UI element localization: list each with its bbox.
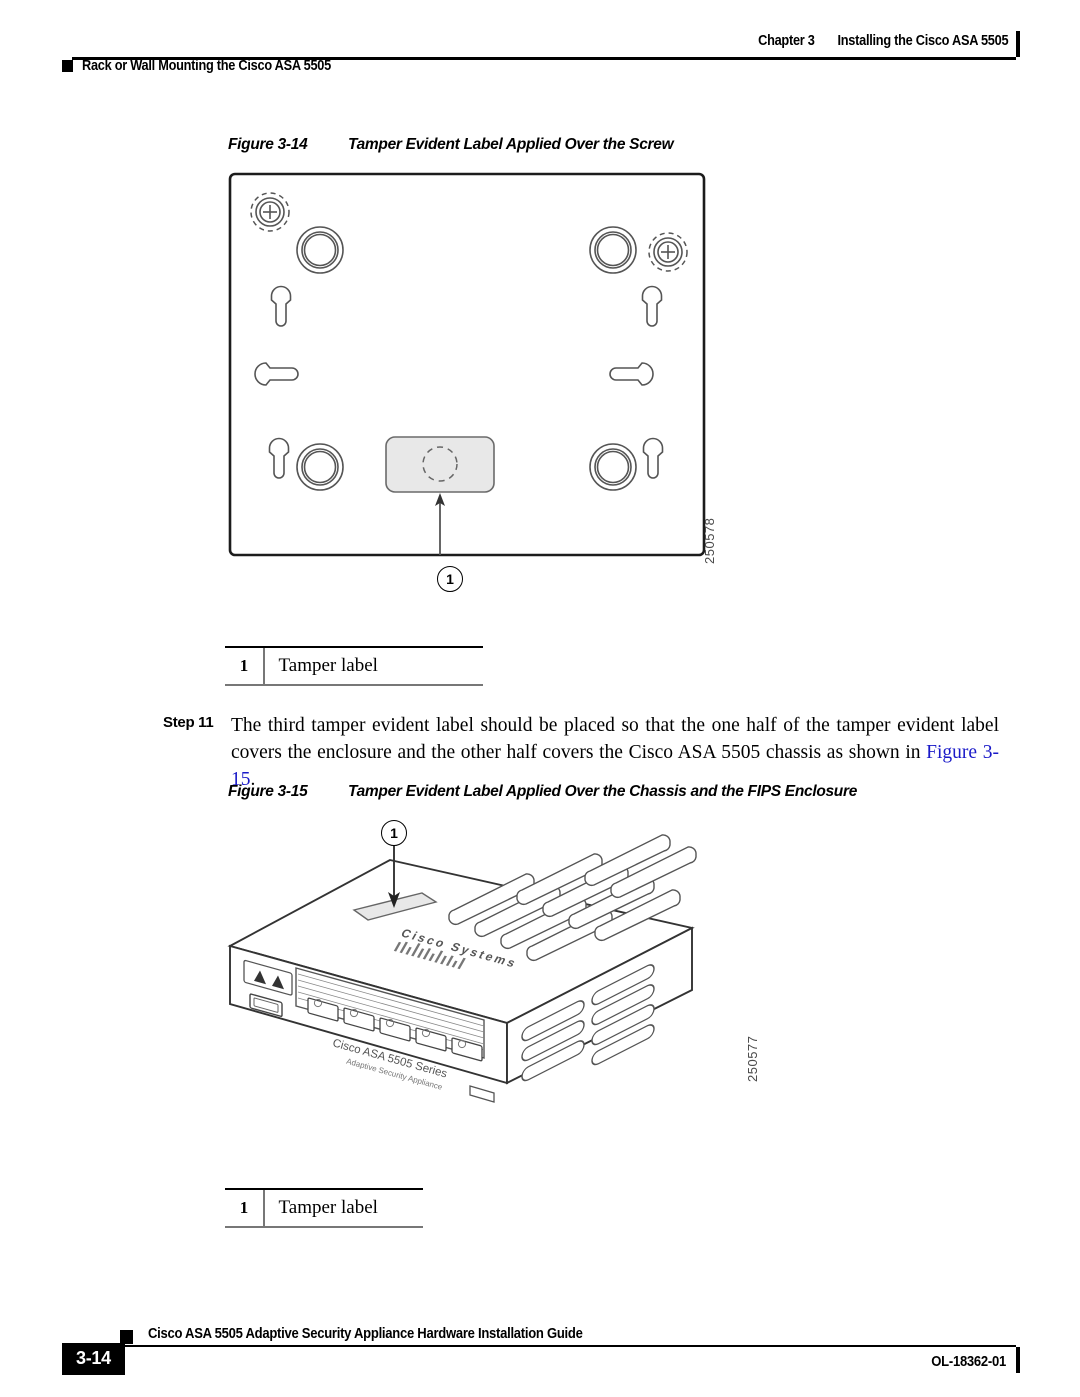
footer-document-number: OL-18362-01 [931, 1354, 1006, 1370]
footer-edge-tick [1016, 1347, 1020, 1373]
page-header: Chapter 3 Installing the Cisco ASA 5505 R… [0, 0, 1080, 85]
header-chapter-number: Chapter 3 [757, 33, 815, 49]
legend-row: 1 Tamper label [225, 1190, 423, 1226]
figure-315-title: Tamper Evident Label Applied Over the Ch… [348, 783, 858, 800]
legend-rule-bottom [225, 684, 483, 686]
legend-item-label: Tamper label [278, 655, 378, 676]
header-section: Rack or Wall Mounting the Cisco ASA 5505 [62, 58, 365, 74]
header-section-title: Rack or Wall Mounting the Cisco ASA 5505 [82, 58, 331, 74]
figure-314-illustration [228, 172, 708, 557]
header-edge-tick [1016, 31, 1020, 57]
legend-item-label: Tamper label [278, 1197, 378, 1218]
step-11: Step 11 The third tamper evident label s… [163, 712, 999, 793]
figure-315-number: Figure 3-15 [228, 783, 308, 800]
step-11-text: The third tamper evident label should be… [231, 712, 999, 793]
footer-page-number: 3-14 [62, 1343, 125, 1375]
legend-rule-bottom [225, 1226, 423, 1228]
figure-315-legend: 1 Tamper label [225, 1188, 423, 1228]
footer-rule [120, 1344, 1016, 1347]
wall-bracket-plate [228, 172, 706, 557]
step-11-text-part1: The third tamper evident label should be… [231, 715, 999, 763]
figure-314-title: Tamper Evident Label Applied Over the Sc… [348, 136, 674, 153]
step-11-label: Step 11 [163, 714, 214, 731]
figure-314-callout-1: 1 [437, 566, 463, 592]
header-chapter-info: Chapter 3 Installing the Cisco ASA 5505 [758, 33, 1008, 49]
legend-item-number: 1 [239, 656, 249, 675]
figure-314-number: Figure 3-14 [228, 136, 308, 153]
legend-item-number: 1 [239, 1198, 249, 1217]
figure-315-callout-1: 1 [381, 820, 407, 846]
figure-314-art-id: 250578 [702, 517, 717, 564]
figure-315-illustration: Cisco Systems Cisco ASA 5505 Series Adap… [222, 818, 767, 1148]
figure-314-legend: 1 Tamper label [225, 646, 483, 686]
figure-314-caption: Figure 3-14 Tamper Evident Label Applied … [228, 136, 674, 154]
footer-guide-title: Cisco ASA 5505 Adaptive Security Applian… [148, 1326, 583, 1342]
legend-row: 1 Tamper label [225, 648, 483, 684]
figure-315-caption: Figure 3-15 Tamper Evident Label Applied … [228, 783, 857, 801]
page-footer: Cisco ASA 5505 Adaptive Security Applian… [0, 1287, 1080, 1397]
footer-bullet-icon [120, 1330, 133, 1344]
tamper-label-sticker [385, 436, 495, 493]
figure-315-art-id: 250577 [745, 1035, 760, 1082]
chassis-foot-tab [469, 1085, 495, 1103]
section-bullet-icon [62, 60, 73, 72]
header-chapter-title: Installing the Cisco ASA 5505 [837, 33, 1008, 49]
